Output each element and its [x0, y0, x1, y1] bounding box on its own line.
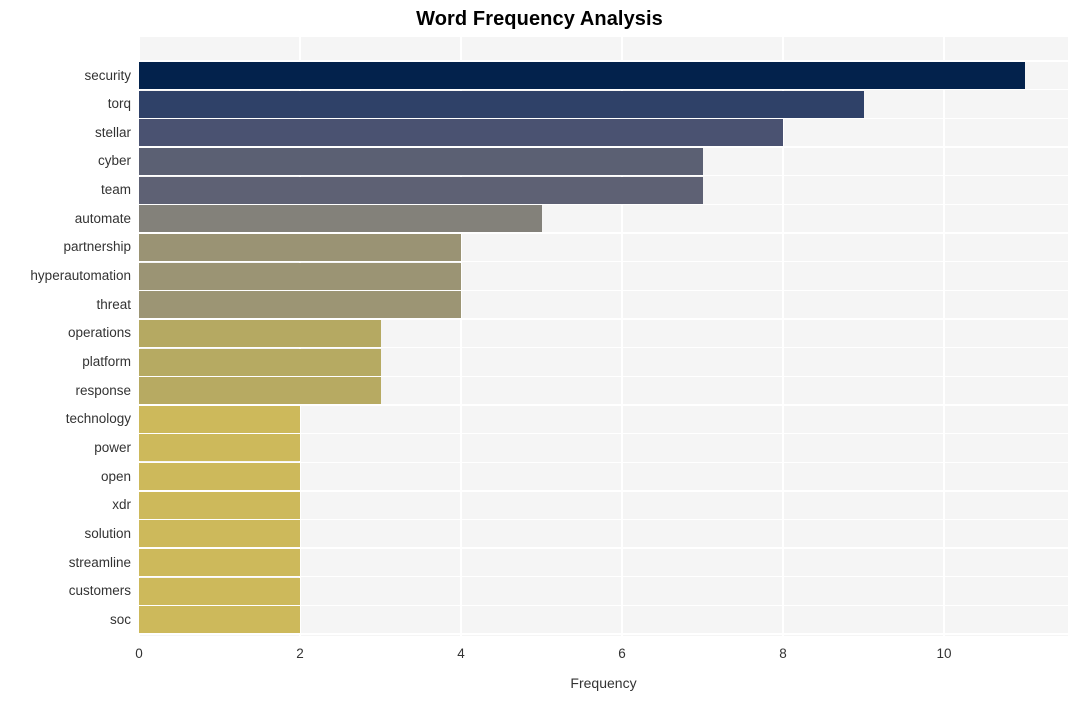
bar: [139, 147, 703, 175]
y-axis-tick-label: response: [75, 382, 131, 398]
bar: [139, 520, 300, 548]
bar: [139, 348, 381, 376]
bar: [139, 549, 300, 577]
x-axis-tick-label: 4: [457, 646, 465, 661]
y-axis-tick-label: xdr: [112, 497, 131, 513]
y-axis-tick-label: security: [84, 67, 131, 83]
bar-series: [139, 37, 1068, 636]
x-axis-tick-label: 6: [618, 646, 626, 661]
bar: [139, 606, 300, 634]
bar: [139, 463, 300, 491]
y-axis-tick-label: solution: [84, 525, 131, 541]
bar: [139, 176, 703, 204]
bar: [139, 205, 542, 233]
y-axis-tick-label: team: [100, 182, 131, 198]
y-axis-tick-label: customers: [68, 583, 131, 599]
x-axis-tick-label: 0: [135, 646, 143, 661]
y-axis-tick-label: partnership: [63, 239, 131, 255]
y-axis-tick-labels: security torq stellar cyber team automate part…: [0, 37, 131, 636]
bar: [139, 577, 300, 605]
bar: [139, 90, 864, 118]
y-axis-tick-label: open: [100, 468, 131, 484]
bar: [139, 434, 300, 462]
bar: [139, 262, 461, 290]
x-axis-tick-label: 8: [779, 646, 787, 661]
y-axis-tick-label: technology: [65, 411, 131, 427]
y-axis-tick-label: stellar: [94, 124, 131, 140]
y-axis-tick-label: soc: [109, 611, 131, 627]
y-axis-tick-label: operations: [67, 325, 131, 341]
plot-area: [139, 37, 1068, 636]
bar: [139, 405, 300, 433]
y-axis-tick-label: automate: [74, 210, 131, 226]
y-axis-tick-label: torq: [107, 96, 131, 112]
y-axis-tick-label: power: [94, 439, 131, 455]
y-axis-tick-label: hyperautomation: [30, 268, 131, 284]
bar: [139, 119, 784, 147]
y-axis-tick-label: cyber: [97, 153, 131, 169]
y-axis-tick-label: streamline: [68, 554, 131, 570]
x-axis-tick-labels: 0 2 4 6 8 10: [0, 645, 1079, 667]
bar: [139, 377, 381, 405]
bar: [139, 319, 381, 347]
x-axis-tick-label: 10: [936, 646, 952, 661]
chart-title: Word Frequency Analysis: [416, 8, 663, 30]
word-frequency-chart: Word Frequency Analysis security torq stel…: [0, 0, 1079, 701]
bar: [139, 62, 1025, 89]
bar: [139, 233, 461, 261]
x-axis-tick-label: 2: [296, 646, 304, 661]
bar: [139, 291, 461, 319]
y-axis-tick-label: threat: [96, 296, 131, 312]
y-axis-tick-label: platform: [82, 354, 131, 369]
bar: [139, 491, 300, 519]
x-axis-title: Frequency: [570, 675, 637, 691]
